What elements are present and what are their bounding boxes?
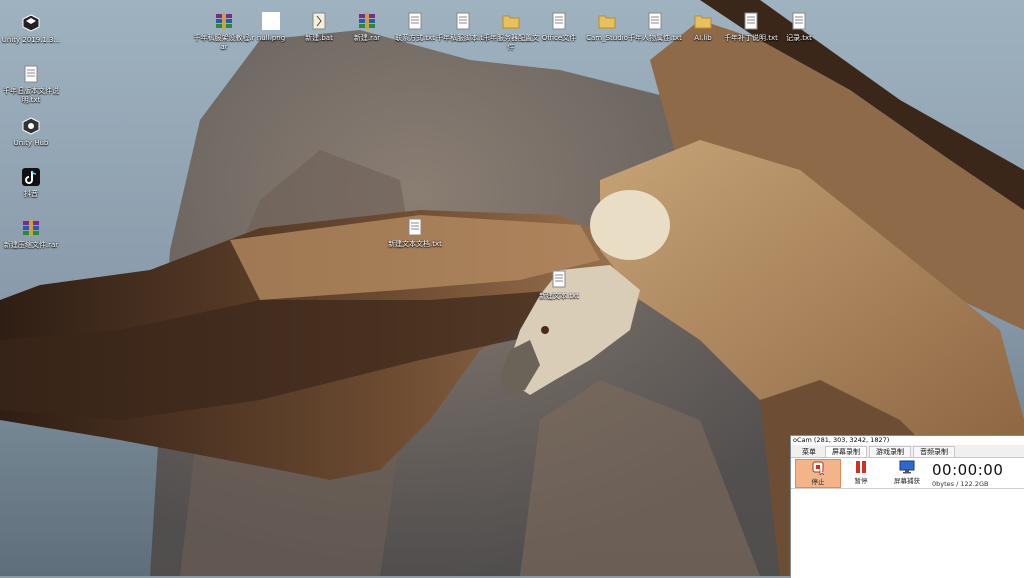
winrar-icon — [212, 10, 236, 32]
screen-capture-label: 屏幕捕获 — [894, 477, 920, 485]
recording-timer: 00:00:00 — [932, 461, 1004, 479]
bat-file-icon — [307, 10, 331, 32]
text-file-icon — [787, 10, 811, 32]
text-file-icon — [739, 10, 763, 32]
recorder-tab-bar: 菜单 屏幕录制 游戏录制 音频录制 — [791, 445, 1024, 457]
tab-screen-record[interactable]: 屏幕录制 — [825, 446, 867, 457]
text-file-icon — [451, 10, 475, 32]
text-file-icon — [643, 10, 667, 32]
recorder-window[interactable]: oCam (281, 303, 3242, 1827) 菜单 屏幕录制 游戏录制… — [790, 435, 1024, 578]
desktop-icon-label: 新建压缩文件.rar — [3, 241, 59, 249]
stop-record-label: 停止 — [811, 478, 825, 486]
stop-record-icon — [808, 460, 828, 476]
desktop-icon-label: Unity 2019.1.3... — [1, 36, 61, 44]
desktop-icon-label: 抖音 — [24, 190, 38, 198]
desktop-icon-label: Unity Hub — [13, 139, 49, 147]
desktop-icon-tiktok[interactable]: 抖音 — [0, 166, 62, 199]
folder-icon — [691, 10, 715, 32]
text-file-icon — [403, 216, 427, 238]
desktop-icon-new-text-doc[interactable]: 新建文本文档.txt — [384, 216, 446, 249]
desktop-icon-new-text[interactable]: 新建文本.txt — [528, 268, 590, 301]
screen-capture-icon — [897, 459, 917, 475]
winrar-icon — [19, 217, 43, 239]
tab-game-record[interactable]: 游戏录制 — [869, 446, 911, 457]
tiktok-icon — [19, 166, 43, 188]
desktop-icon-record-txt[interactable]: 记录.txt — [768, 10, 830, 43]
stop-record-button[interactable]: 停止 — [795, 459, 841, 488]
text-file-icon — [547, 268, 571, 290]
text-file-icon — [403, 10, 427, 32]
recorder-ribbon: 停止 暂停 屏幕捕获 00:00:00 0bytes / 122.2GB — [791, 457, 1024, 489]
desktop-icon-label: 记录.txt — [786, 34, 812, 42]
desktop-icon-label: 千年旧版本文件说明.txt — [3, 87, 59, 104]
text-file-icon — [547, 10, 571, 32]
pause-label: 暂停 — [854, 477, 868, 485]
text-file-icon — [19, 63, 43, 85]
unity-hub-icon — [19, 115, 43, 137]
desktop-icon-unity[interactable]: Unity 2019.1.3... — [0, 12, 62, 45]
desktop-icon-label: 新建文本文档.txt — [388, 240, 442, 248]
image-file-icon — [259, 10, 283, 32]
unity-icon — [19, 12, 43, 34]
recorder-body — [791, 489, 1024, 578]
folder-icon — [499, 10, 523, 32]
winrar-icon — [355, 10, 379, 32]
recorder-title[interactable]: oCam (281, 303, 3242, 1827) — [791, 436, 1024, 445]
pause-icon — [851, 459, 871, 475]
tab-menu[interactable]: 菜单 — [795, 446, 823, 457]
file-size-info: 0bytes / 122.2GB — [932, 480, 989, 488]
desktop-icon-new-rar[interactable]: 新建压缩文件.rar — [0, 217, 62, 250]
folder-icon — [595, 10, 619, 32]
desktop-icon-unity-hub[interactable]: Unity Hub — [0, 115, 62, 148]
pause-button[interactable]: 暂停 — [843, 459, 879, 486]
desktop-icon-label: 新建文本.txt — [539, 292, 579, 300]
tab-audio-record[interactable]: 音频录制 — [913, 446, 955, 457]
screen-capture-button[interactable]: 屏幕捕获 — [887, 459, 927, 486]
desktop-icon-old-version-txt[interactable]: 千年旧版本文件说明.txt — [0, 63, 62, 105]
